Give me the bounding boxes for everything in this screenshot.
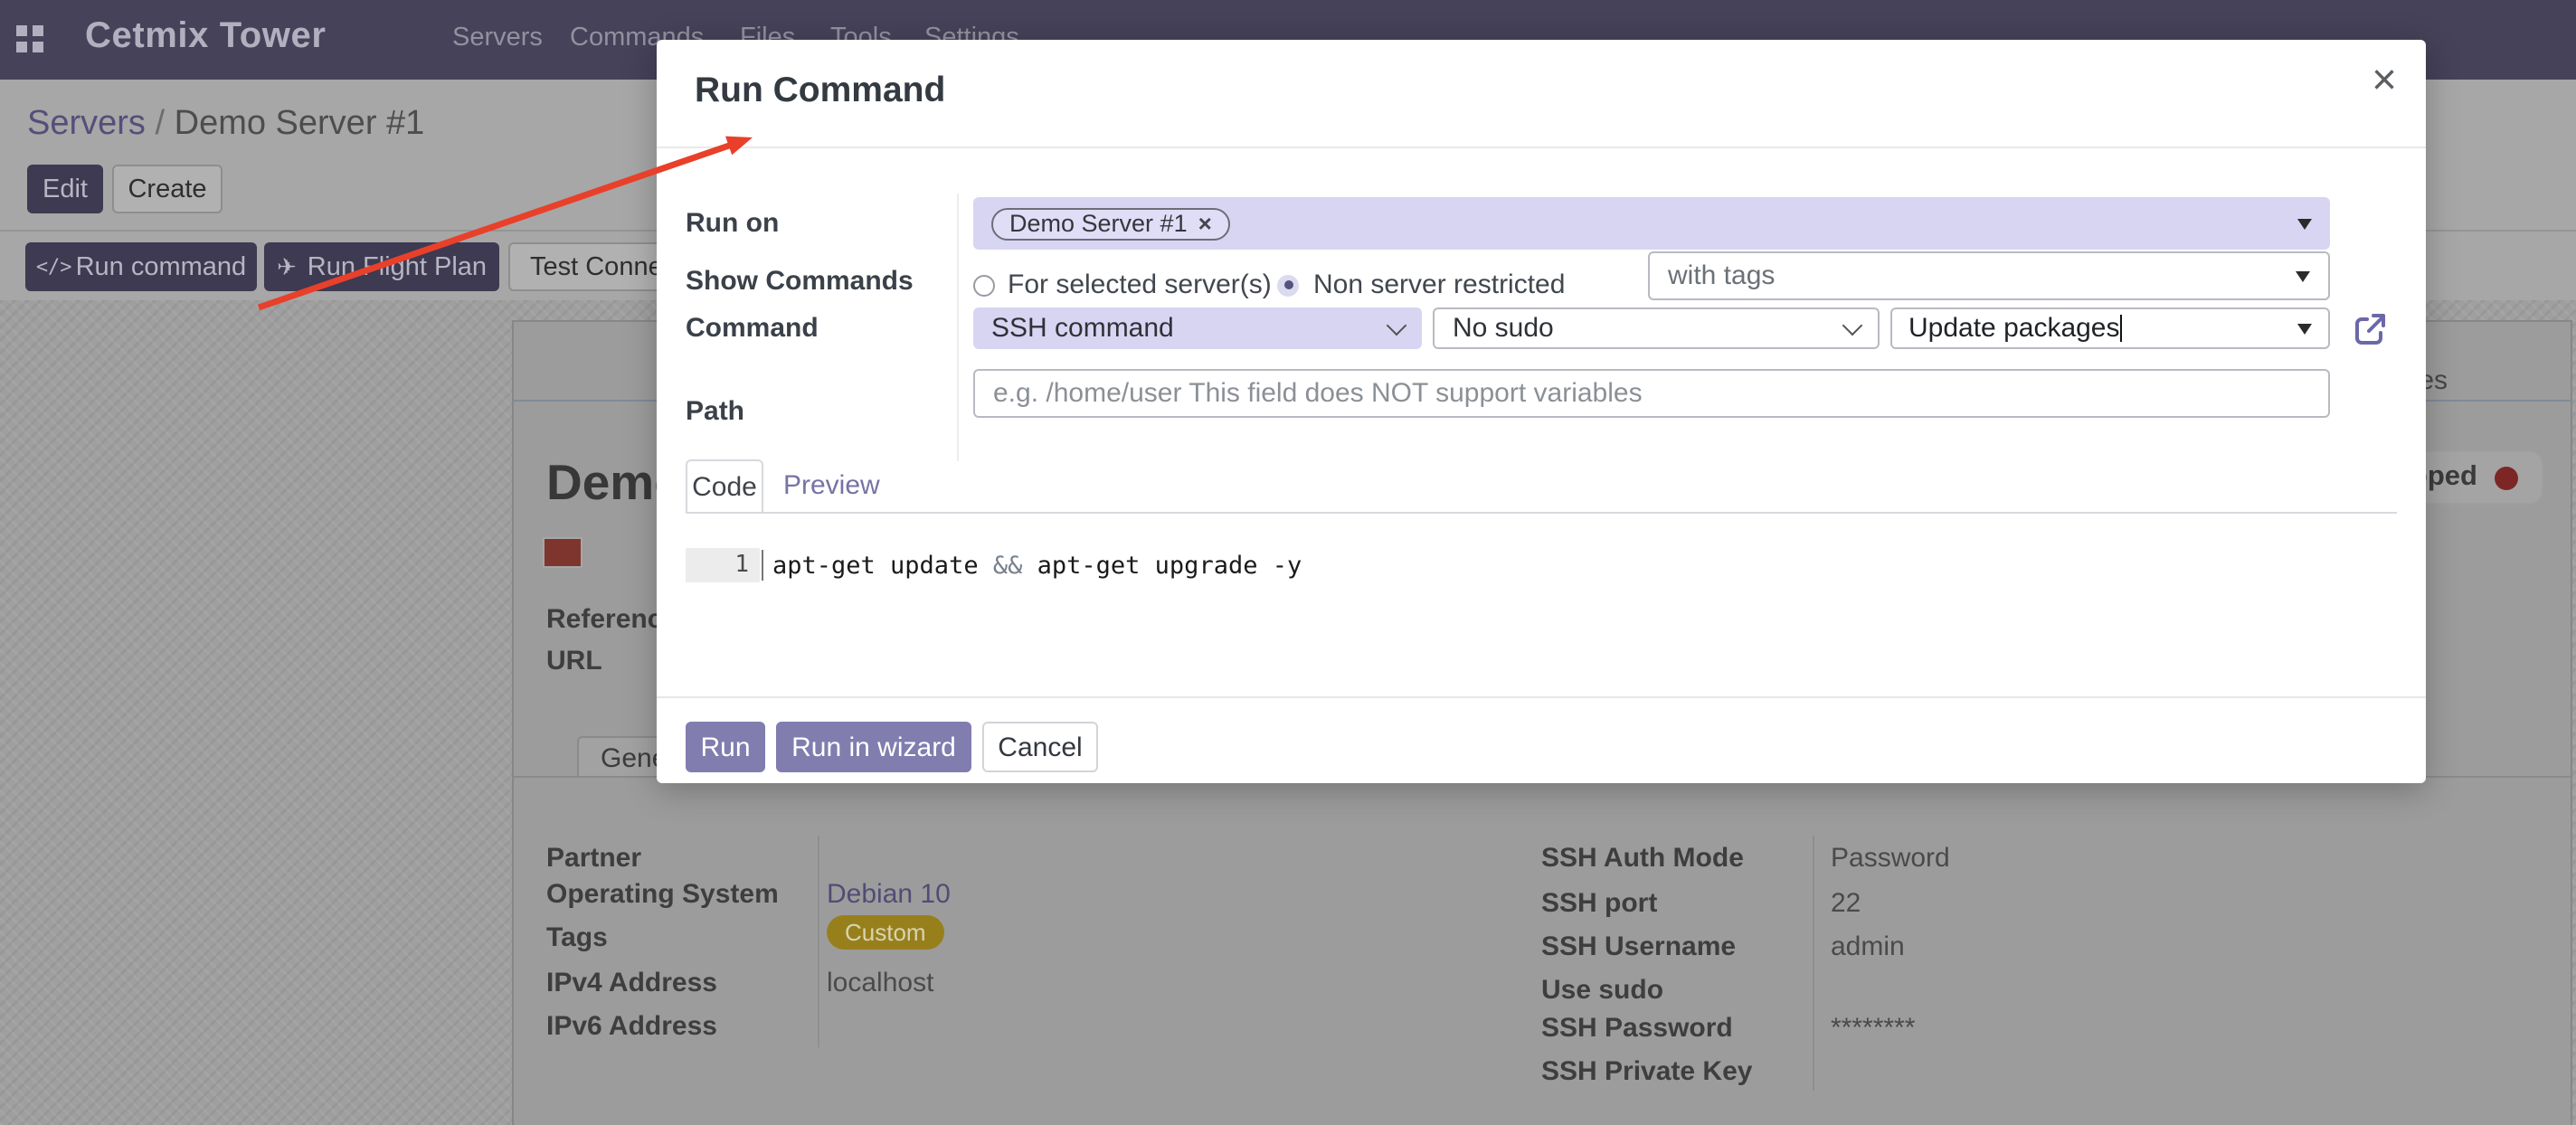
ssh-username-value: admin	[1831, 931, 1905, 962]
run-button[interactable]: Run	[686, 722, 765, 772]
column-separator	[1813, 836, 1814, 1091]
run-on-label: Run on	[686, 208, 779, 239]
ssh-auth-mode-value: Password	[1831, 843, 1950, 874]
external-link-icon[interactable]	[2352, 311, 2388, 347]
run-command-button[interactable]: </> Run command	[25, 242, 257, 291]
chevron-down-icon	[1387, 315, 1407, 336]
command-label: Command	[686, 313, 819, 344]
modal-tabs-underline	[686, 512, 2397, 514]
ipv4-label: IPv4 Address	[546, 968, 717, 998]
command-type-select[interactable]: SSH command	[973, 307, 1422, 349]
os-label: Operating System	[546, 879, 779, 910]
breadcrumb-servers-link[interactable]: Servers	[27, 105, 146, 143]
run-command-modal: Run Command × Run on Demo Server #1 × Sh…	[657, 40, 2426, 783]
ipv4-value: localhost	[827, 968, 933, 998]
run-in-wizard-button[interactable]: Run in wizard	[776, 722, 971, 772]
breadcrumb-current: Demo Server #1	[175, 105, 425, 143]
code-line-number: 1	[686, 548, 760, 582]
command-combobox[interactable]: Update packages	[1890, 307, 2330, 349]
close-icon[interactable]: ×	[2372, 60, 2397, 103]
run-on-field[interactable]: Demo Server #1 ×	[973, 197, 2330, 250]
nav-item-servers[interactable]: Servers	[452, 24, 543, 52]
with-tags-select[interactable]: with tags	[1648, 251, 2330, 300]
modal-footer-divider	[657, 696, 2426, 698]
sudo-select[interactable]: No sudo	[1433, 307, 1880, 349]
radio-off-icon[interactable]	[973, 274, 995, 296]
tags-value: Custom	[827, 915, 944, 950]
chevron-down-icon	[1842, 315, 1863, 336]
cancel-button[interactable]: Cancel	[982, 722, 1098, 772]
partner-label: Partner	[546, 843, 641, 874]
dropdown-caret-icon	[2297, 218, 2312, 229]
status-stopped-dot	[2494, 466, 2517, 489]
breadcrumb-separator: /	[156, 105, 166, 143]
show-commands-label: Show Commands	[686, 266, 914, 297]
ssh-auth-mode-label: SSH Auth Mode	[1541, 843, 1744, 874]
ssh-private-key-label: SSH Private Key	[1541, 1056, 1752, 1087]
ssh-port-value: 22	[1831, 888, 1861, 919]
modal-header-divider	[657, 147, 2426, 148]
radio-on-icon[interactable]	[1277, 274, 1299, 296]
dropdown-caret-icon	[2297, 323, 2312, 334]
label-column-divider	[957, 194, 959, 461]
tab-code[interactable]: Code	[686, 459, 763, 514]
column-separator	[818, 836, 819, 1047]
tags-label: Tags	[546, 922, 608, 953]
run-flight-plan-button[interactable]: ✈ Run Flight Plan	[264, 242, 499, 291]
os-value[interactable]: Debian 10	[827, 879, 951, 910]
remove-tag-icon[interactable]: ×	[1198, 210, 1212, 237]
tag-custom-badge: Custom	[827, 915, 944, 950]
tab-preview[interactable]: Preview	[783, 470, 880, 501]
url-label: URL	[546, 646, 602, 676]
dropdown-caret-icon	[2296, 270, 2310, 281]
apps-grid-icon[interactable]	[16, 25, 45, 54]
ssh-port-label: SSH port	[1541, 888, 1657, 919]
edit-button[interactable]: Edit	[27, 165, 103, 213]
screen: Cetmix Tower Servers Commands Files Tool…	[0, 0, 2576, 1125]
ssh-password-label: SSH Password	[1541, 1013, 1733, 1044]
path-label: Path	[686, 396, 744, 427]
modal-title: Run Command	[695, 71, 945, 112]
server-color-swatch	[543, 537, 582, 568]
code-editor-line[interactable]: apt-get update && apt-get upgrade -y	[772, 552, 1302, 581]
text-cursor	[2120, 315, 2123, 342]
radio-non-restricted[interactable]: Non server restricted	[1277, 269, 1565, 300]
radio-selected-servers[interactable]: For selected server(s)	[973, 269, 1272, 300]
brand-title[interactable]: Cetmix Tower	[85, 16, 327, 58]
editor-caret	[762, 550, 764, 581]
ipv6-label: IPv6 Address	[546, 1011, 717, 1042]
create-button[interactable]: Create	[112, 165, 223, 213]
plane-icon: ✈	[277, 252, 297, 281]
ssh-password-value: ********	[1831, 1013, 1915, 1044]
path-input[interactable]	[973, 369, 2330, 418]
ssh-username-label: SSH Username	[1541, 931, 1736, 962]
code-icon: </>	[36, 255, 72, 279]
use-sudo-label: Use sudo	[1541, 975, 1663, 1006]
server-tag-pill[interactable]: Demo Server #1 ×	[991, 207, 1230, 240]
breadcrumb: Servers / Demo Server #1	[27, 105, 424, 145]
